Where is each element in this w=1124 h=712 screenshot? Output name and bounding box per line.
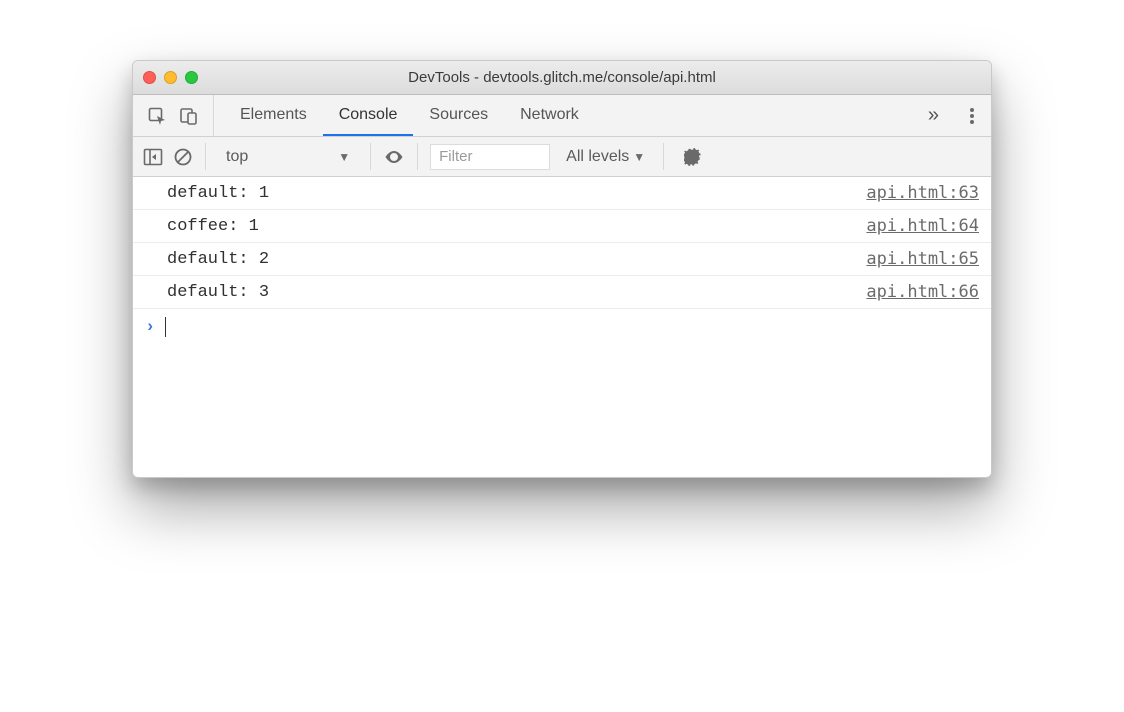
tab-sources[interactable]: Sources xyxy=(413,95,504,136)
tab-label: Sources xyxy=(429,106,488,124)
clear-console-icon[interactable] xyxy=(173,147,193,167)
devtools-window: DevTools - devtools.glitch.me/console/ap… xyxy=(132,60,992,478)
dropdown-icon: ▼ xyxy=(338,150,350,164)
tabs-overflow-button[interactable]: » xyxy=(914,95,953,136)
execution-context-selector[interactable]: top ▼ xyxy=(218,146,358,168)
console-source-link[interactable]: api.html:64 xyxy=(866,216,979,236)
tab-network[interactable]: Network xyxy=(504,95,595,136)
console-settings-icon[interactable] xyxy=(684,147,704,167)
zoom-icon[interactable] xyxy=(185,71,198,84)
tab-strip: Elements Console Sources Network xyxy=(214,95,914,136)
log-levels-selector[interactable]: All levels ▼ xyxy=(560,148,651,166)
toolbar-separator xyxy=(663,143,664,170)
tab-label: Elements xyxy=(240,106,307,124)
toolbar-separator xyxy=(205,143,206,170)
context-label: top xyxy=(226,148,248,166)
live-expression-icon[interactable] xyxy=(383,149,405,165)
tab-label: Network xyxy=(520,106,579,124)
prompt-chevron-icon: › xyxy=(145,318,155,337)
console-message: default: 3 xyxy=(167,283,866,302)
console-prompt[interactable]: › xyxy=(133,309,991,345)
console-row: default: 3 api.html:66 xyxy=(133,276,991,309)
traffic-lights xyxy=(143,71,198,84)
console-source-link[interactable]: api.html:63 xyxy=(866,183,979,203)
inspect-element-icon[interactable] xyxy=(147,106,167,126)
device-toggle-icon[interactable] xyxy=(179,106,199,126)
panel-tabs: Elements Console Sources Network » xyxy=(133,95,991,137)
overflow-glyph: » xyxy=(928,104,939,127)
levels-label: All levels xyxy=(566,148,629,166)
settings-menu-button[interactable] xyxy=(953,95,991,136)
tab-elements[interactable]: Elements xyxy=(224,95,323,136)
console-message: default: 2 xyxy=(167,250,866,269)
kebab-icon xyxy=(969,106,975,126)
console-row: coffee: 1 api.html:64 xyxy=(133,210,991,243)
tab-label: Console xyxy=(339,106,398,124)
toolbar-separator xyxy=(417,143,418,170)
console-toolbar: top ▼ All levels ▼ xyxy=(133,137,991,177)
toggle-console-sidebar-icon[interactable] xyxy=(143,148,163,166)
console-row: default: 2 api.html:65 xyxy=(133,243,991,276)
console-source-link[interactable]: api.html:66 xyxy=(866,282,979,302)
console-message: default: 1 xyxy=(167,184,866,203)
dropdown-icon: ▼ xyxy=(633,150,645,164)
console-row: default: 1 api.html:63 xyxy=(133,177,991,210)
text-caret xyxy=(165,317,166,337)
console-message: coffee: 1 xyxy=(167,217,866,236)
console-source-link[interactable]: api.html:65 xyxy=(866,249,979,269)
minimize-icon[interactable] xyxy=(164,71,177,84)
panel-left-icons xyxy=(133,95,214,136)
tab-console[interactable]: Console xyxy=(323,95,414,136)
titlebar: DevTools - devtools.glitch.me/console/ap… xyxy=(133,61,991,95)
close-icon[interactable] xyxy=(143,71,156,84)
filter-input[interactable] xyxy=(430,144,550,170)
toolbar-separator xyxy=(370,143,371,170)
window-title: DevTools - devtools.glitch.me/console/ap… xyxy=(133,69,991,86)
console-body: default: 1 api.html:63 coffee: 1 api.htm… xyxy=(133,177,991,477)
